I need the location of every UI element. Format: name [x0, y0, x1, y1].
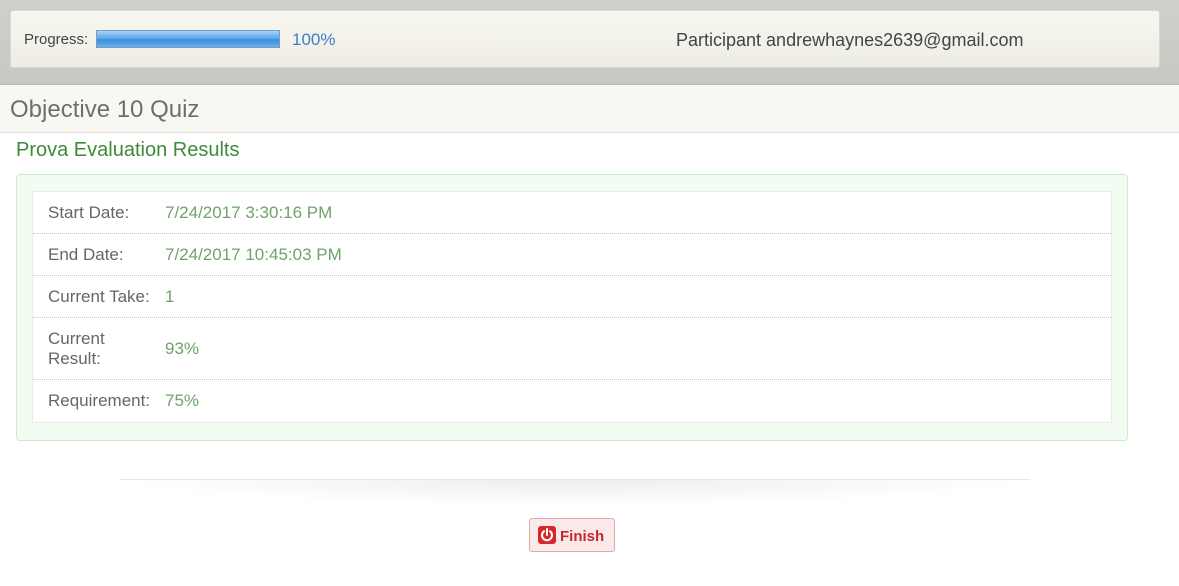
power-icon [538, 526, 556, 544]
page-title: Objective 10 Quiz [10, 96, 200, 123]
results-row-requirement: Requirement: 75% [33, 380, 1111, 422]
progress-bar-fill [97, 31, 279, 47]
row-label: Start Date: [48, 203, 130, 222]
header-band: Progress: 100% Participant andrewhaynes2… [0, 0, 1179, 85]
row-label: Current Take: [48, 287, 150, 306]
progress-percent: 100% [292, 30, 336, 49]
row-value: 7/24/2017 10:45:03 PM [165, 245, 342, 264]
results-row-start-date: Start Date: 7/24/2017 3:30:16 PM [33, 192, 1111, 234]
row-label: Current Result: [48, 329, 105, 368]
results-row-current-take: Current Take: 1 [33, 276, 1111, 318]
row-label: End Date: [48, 245, 124, 264]
section-title: Prova Evaluation Results [16, 139, 240, 161]
progress-label: Progress: [24, 31, 89, 48]
results-table: Start Date: 7/24/2017 3:30:16 PM End Dat… [32, 191, 1112, 423]
title-bar: Objective 10 Quiz [0, 85, 1179, 133]
results-row-current-result: Current Result: 93% [33, 318, 1111, 380]
finish-label: Finish [560, 528, 605, 545]
row-value: 93% [165, 339, 200, 358]
row-value: 7/24/2017 3:30:16 PM [165, 203, 333, 222]
progress-bar [96, 30, 280, 48]
results-row-end-date: End Date: 7/24/2017 10:45:03 PM [33, 234, 1111, 276]
results-panel: Start Date: 7/24/2017 3:30:16 PM End Dat… [16, 174, 1128, 441]
divider [120, 479, 1030, 506]
row-value: 1 [165, 287, 175, 306]
row-value: 75% [165, 391, 200, 410]
participant-info: Participant andrewhaynes2639@gmail.com [676, 30, 1024, 50]
row-label: Requirement: [48, 391, 151, 410]
finish-button[interactable]: Finish [529, 518, 615, 552]
header-panel: Progress: 100% Participant andrewhaynes2… [10, 10, 1160, 68]
